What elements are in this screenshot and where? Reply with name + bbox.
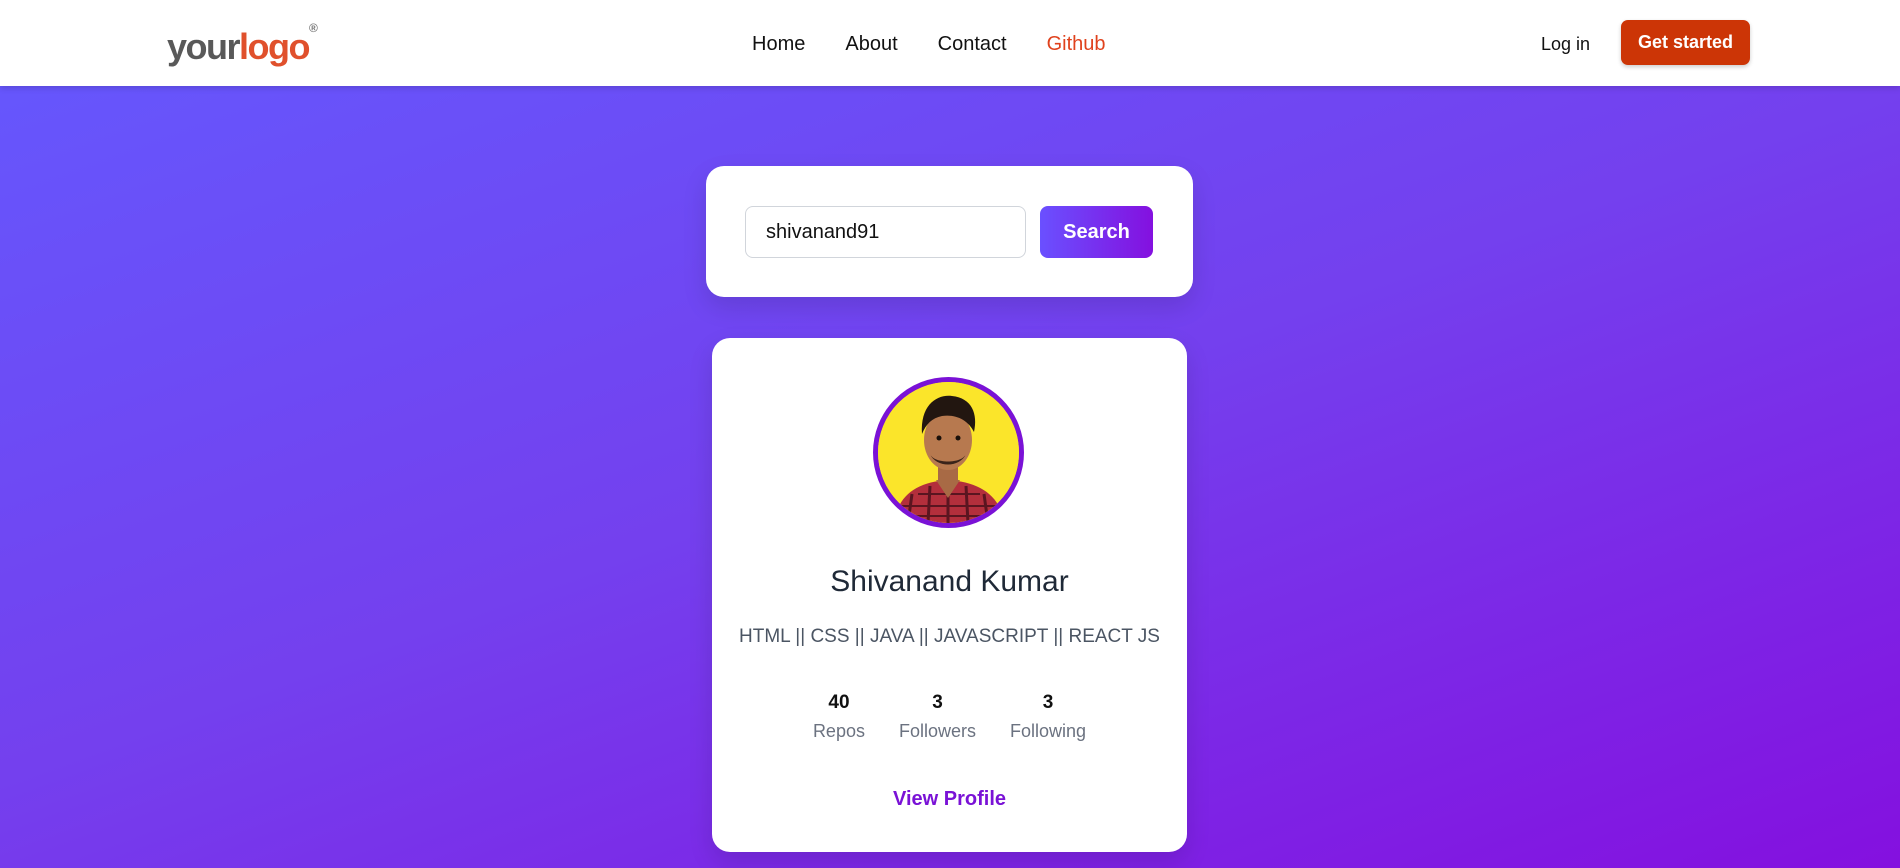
username-search-input[interactable] (745, 206, 1026, 258)
nav-about-link[interactable]: About (845, 31, 897, 57)
site-logo[interactable]: yourlogo® (167, 21, 318, 67)
top-navbar: yourlogo® Home About Contact Github Log … (0, 0, 1900, 86)
stat-repos: 40 Repos (813, 691, 865, 743)
stat-following: 3 Following (1010, 691, 1086, 743)
stat-following-label: Following (1010, 721, 1087, 741)
profile-card: Shivanand Kumar HTML || CSS || JAVA || J… (712, 338, 1187, 852)
logo-text-your: your (167, 26, 241, 67)
search-card: Search (706, 166, 1193, 297)
registered-mark: ® (309, 21, 318, 35)
nav-home-link[interactable]: Home (752, 31, 805, 57)
profile-bio: HTML || CSS || JAVA || JAVASCRIPT || REA… (739, 626, 1160, 647)
nav-contact-link[interactable]: Contact (938, 31, 1007, 57)
search-button[interactable]: Search (1040, 206, 1153, 258)
main-nav: Home About Contact Github (752, 31, 1106, 57)
view-profile-link[interactable]: View Profile (712, 786, 1187, 812)
get-started-button[interactable]: Get started (1621, 20, 1750, 65)
profile-stats: 40 Repos 3 Followers 3 Following (712, 691, 1187, 743)
stat-repos-label: Repos (812, 721, 865, 741)
stat-followers-label: Followers (898, 721, 976, 741)
login-link[interactable]: Log in (1541, 32, 1590, 56)
stat-repos-value: 40 (828, 692, 850, 713)
stat-following-value: 3 (1042, 692, 1054, 713)
logo-text-logo: logo (239, 26, 310, 67)
stat-followers-value: 3 (932, 692, 943, 713)
profile-name: Shivanand Kumar (830, 565, 1069, 598)
nav-github-link[interactable]: Github (1047, 31, 1106, 57)
avatar (873, 377, 1024, 528)
avatar-photo (878, 382, 1019, 523)
stat-followers: 3 Followers (899, 691, 976, 743)
